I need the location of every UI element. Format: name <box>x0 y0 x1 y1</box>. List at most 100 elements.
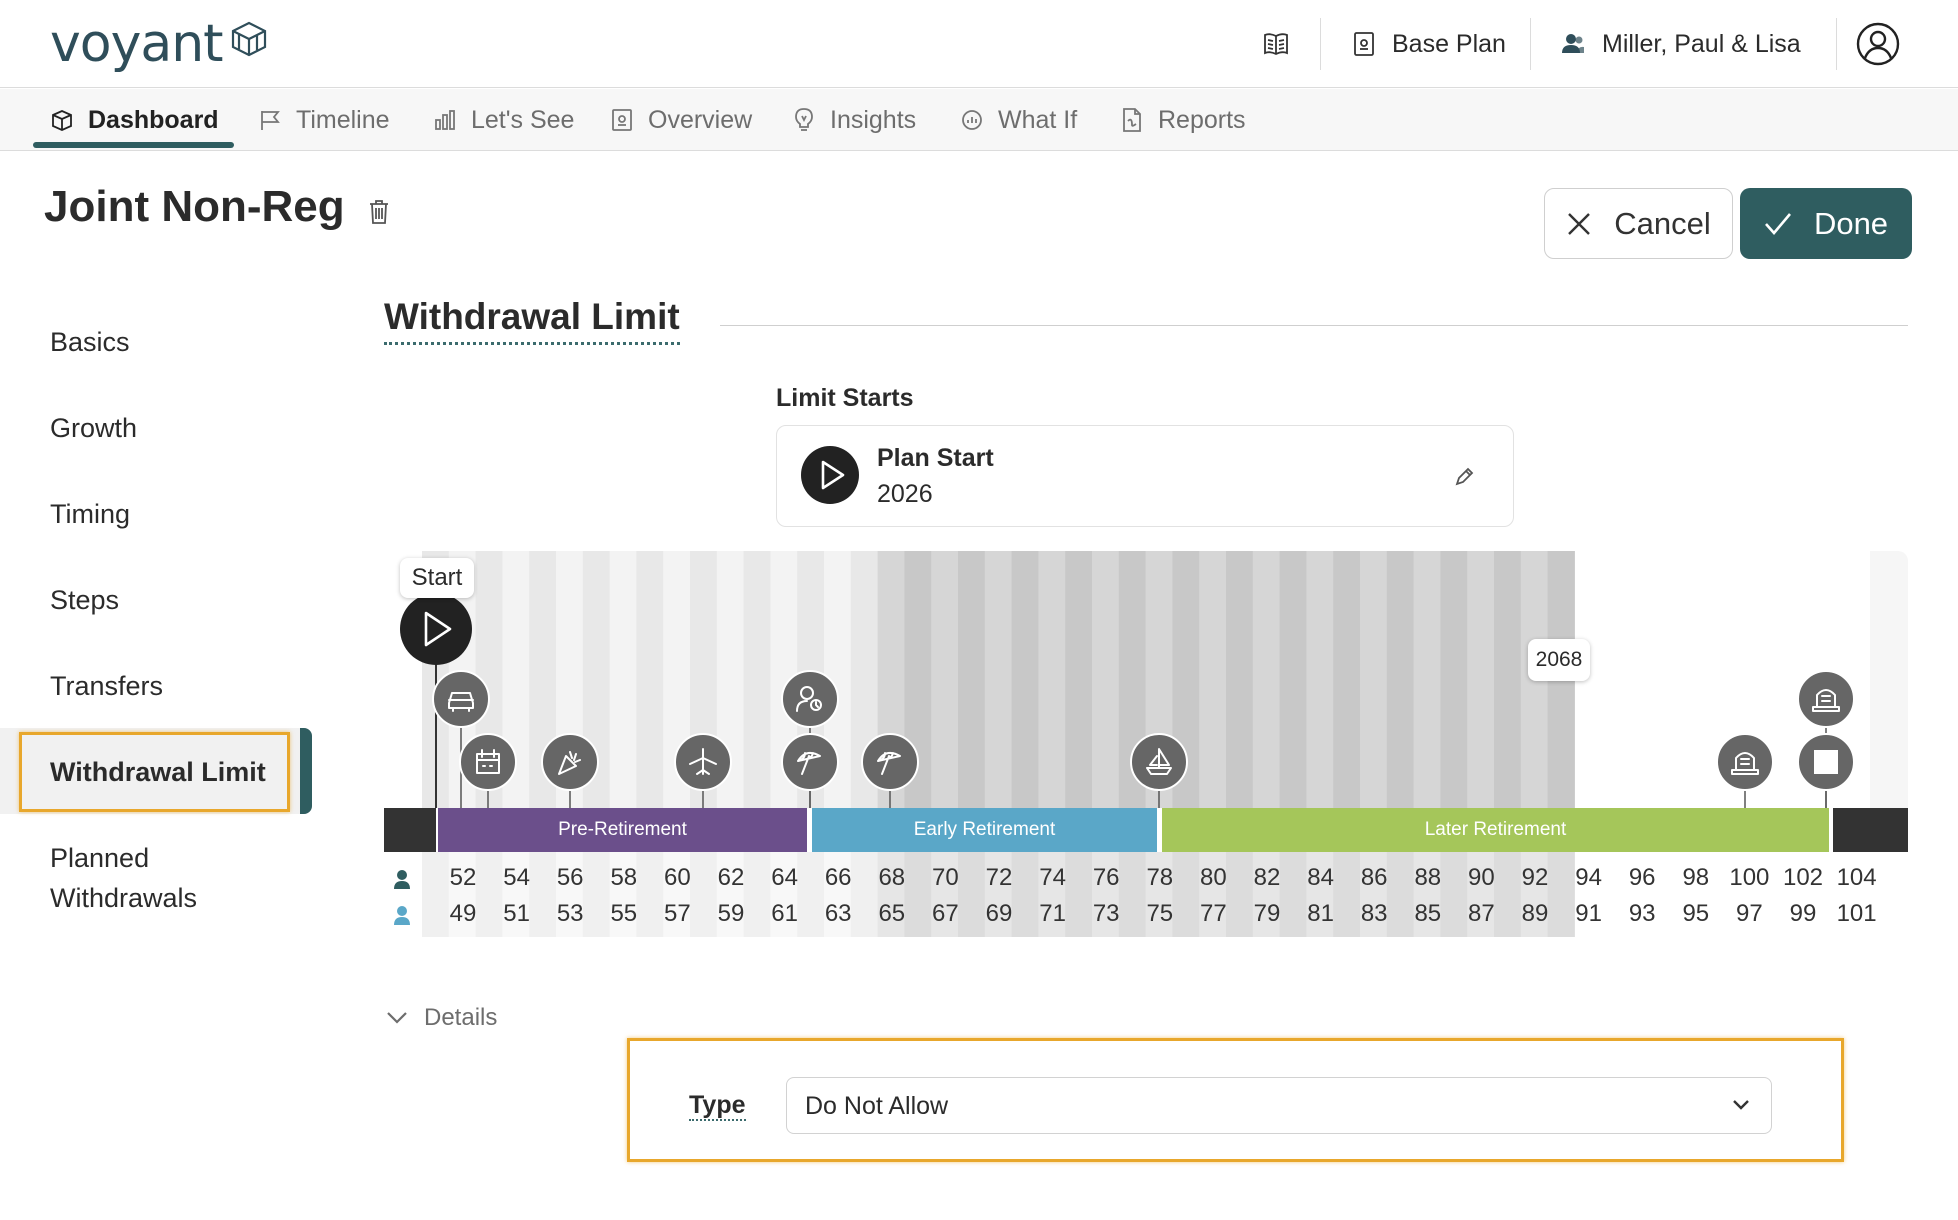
account-button[interactable] <box>1855 18 1901 70</box>
timeline-year-column <box>1252 551 1281 808</box>
person2-icon <box>397 906 407 916</box>
age-label: 53 <box>556 900 584 927</box>
age-label: 62 <box>717 864 745 891</box>
logo-text: voyant <box>50 14 224 74</box>
timeline-year-column <box>1440 551 1468 808</box>
flag-icon <box>261 111 280 130</box>
limit-start-card[interactable]: Plan Start 2026 <box>776 425 1514 527</box>
age-label: 64 <box>771 864 798 891</box>
age-label: 90 <box>1468 864 1495 891</box>
tab-label: Timeline <box>296 105 390 134</box>
age-label: 78 <box>1146 864 1174 891</box>
sidebar-item-timing[interactable]: Timing <box>50 494 130 534</box>
done-button[interactable]: Done <box>1740 188 1912 259</box>
type-dropdown[interactable]: Do Not Allow <box>786 1077 1772 1134</box>
timeline-year-column <box>1092 551 1120 808</box>
age-label: 61 <box>771 900 798 927</box>
lightbulb-icon <box>795 108 813 131</box>
checkmark-icon <box>1764 212 1791 235</box>
plan-label: Base Plan <box>1392 29 1506 58</box>
timeline-year-column <box>1306 551 1334 808</box>
guide-button[interactable] <box>1262 18 1290 70</box>
age-label: 77 <box>1200 900 1227 927</box>
age-label: 75 <box>1146 900 1174 927</box>
timeline-year-column <box>1413 551 1441 808</box>
what-if-icon <box>962 110 982 130</box>
chevron-down-icon <box>387 1012 407 1024</box>
tab-overview[interactable]: Overview <box>610 89 752 151</box>
tab-label: Insights <box>830 105 917 134</box>
age-label: 95 <box>1682 900 1710 927</box>
done-label: Done <box>1813 205 1889 241</box>
age-label: 55 <box>610 900 638 927</box>
active-tab-indicator <box>33 142 234 148</box>
section-title: Withdrawal Limit <box>384 296 680 345</box>
close-icon <box>1568 212 1591 235</box>
sidebar-item-steps[interactable]: Steps <box>50 580 119 620</box>
start-tooltip: Start <box>400 558 474 598</box>
age-label: 100 <box>1729 864 1770 891</box>
timeline-year-column <box>1065 551 1093 808</box>
age-label: 83 <box>1360 900 1388 927</box>
app-header: voyant Base Plan Miller, Paul & Lisa <box>0 0 1958 88</box>
timeline-tail <box>1870 551 1908 808</box>
delete-button[interactable] <box>368 198 390 226</box>
age-label: 82 <box>1253 864 1281 891</box>
timeline-year-column <box>609 551 637 808</box>
main-nav: Dashboard Timeline Let's See Overview In… <box>0 89 1958 151</box>
timeline-year-column <box>1333 551 1361 808</box>
age-label: 73 <box>1092 900 1120 927</box>
tab-what-if[interactable]: What If <box>960 89 1077 151</box>
tab-lets-see[interactable]: Let's See <box>433 89 574 151</box>
event-marker <box>1797 670 1855 728</box>
tab-insights[interactable]: Insights <box>792 89 916 151</box>
type-label: Type <box>689 1091 746 1121</box>
age-label: 59 <box>717 900 745 927</box>
phase-pre-retirement-label: Pre-Retirement <box>558 819 687 840</box>
bar-chart-icon <box>435 110 455 130</box>
sidebar-item-transfers[interactable]: Transfers <box>50 666 163 706</box>
tab-reports[interactable]: Reports <box>1120 89 1246 151</box>
timeline-year-column <box>1226 551 1254 808</box>
timeline-year-column <box>1038 551 1066 808</box>
age-label: 81 <box>1307 900 1334 927</box>
timeline-year-column <box>984 551 1013 808</box>
dashboard-icon <box>52 110 72 131</box>
sidebar-item-planned-withdrawals[interactable]: Planned Withdrawals <box>50 838 250 918</box>
phase-cap-end <box>1833 808 1908 852</box>
age-label: 70 <box>932 864 959 891</box>
sidebar-item-growth[interactable]: Growth <box>50 408 137 448</box>
voyant-logo[interactable]: voyant <box>50 14 269 74</box>
age-label: 51 <box>503 900 530 927</box>
highlight-box <box>19 732 290 812</box>
tab-label: Let's See <box>471 105 575 134</box>
client-selector[interactable]: Miller, Paul & Lisa <box>1560 18 1801 70</box>
event-marker <box>541 733 599 791</box>
timeline-year-column <box>1199 551 1227 808</box>
overview-icon <box>612 109 632 131</box>
logo-mark-icon <box>231 21 266 57</box>
age-label: 60 <box>664 864 691 891</box>
cancel-button[interactable]: Cancel <box>1544 188 1733 259</box>
sidebar-item-basics[interactable]: Basics <box>50 322 130 362</box>
phase-cap-start <box>384 808 436 852</box>
details-toggle[interactable]: Details <box>386 1004 497 1032</box>
age-label: 87 <box>1468 900 1495 927</box>
timeline-year-column <box>1494 551 1522 808</box>
life-timeline[interactable]: Start 2068 Pre-Retirement Early Retireme… <box>384 551 1908 937</box>
tab-timeline[interactable]: Timeline <box>258 89 390 151</box>
age-label: 92 <box>1521 864 1549 891</box>
timeline-year-column <box>1360 551 1388 808</box>
timeline-year-column <box>636 551 664 808</box>
end-marker-icon <box>1814 750 1838 774</box>
plan-selector[interactable]: Base Plan <box>1352 18 1506 70</box>
trash-icon <box>370 200 388 224</box>
person1-icon <box>397 870 407 880</box>
age-label: 74 <box>1039 864 1066 891</box>
age-label: 88 <box>1414 864 1442 891</box>
age-label: 72 <box>985 864 1013 891</box>
age-label: 101 <box>1836 900 1877 927</box>
chevron-down-icon <box>1733 1100 1749 1110</box>
pencil-icon[interactable] <box>1453 466 1475 488</box>
age-label: 68 <box>878 864 906 891</box>
